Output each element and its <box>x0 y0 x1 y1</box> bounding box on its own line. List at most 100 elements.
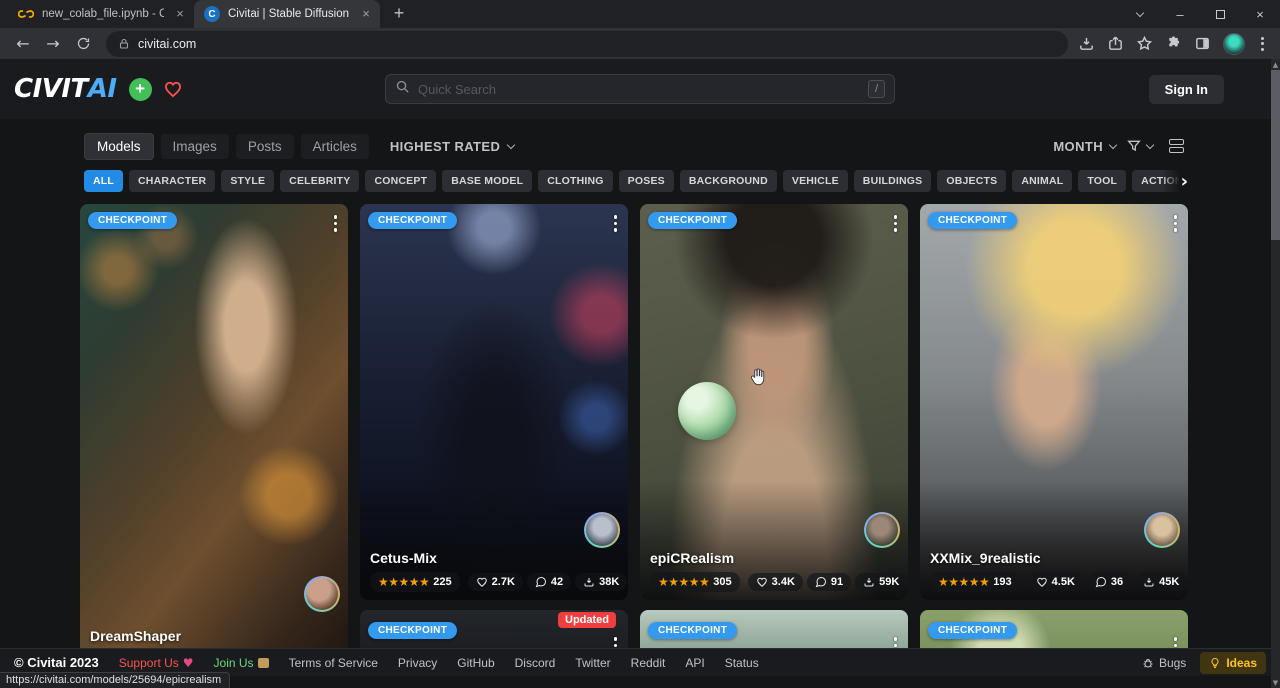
browser-tab-colab[interactable]: new_colab_file.ipynb - Colaborat × <box>8 0 194 28</box>
favorites-heart-button[interactable] <box>162 79 184 99</box>
tab-posts[interactable]: Posts <box>236 134 294 159</box>
chevron-down-icon <box>507 140 515 148</box>
scroll-down-icon[interactable]: ▼ <box>1273 677 1278 688</box>
chip-animal[interactable]: ANIMAL <box>1012 170 1072 192</box>
footer-link-api[interactable]: API <box>685 656 704 670</box>
chip-tool[interactable]: TOOL <box>1078 170 1126 192</box>
footer-right: Bugs Ideas <box>1142 652 1266 674</box>
likes-pill[interactable]: 3.4K <box>748 573 803 591</box>
chip-style[interactable]: STYLE <box>221 170 274 192</box>
card-menu-icon[interactable] <box>891 212 901 235</box>
footer-link-reddit[interactable]: Reddit <box>631 656 666 670</box>
chip-base-model[interactable]: BASE MODEL <box>442 170 532 192</box>
chip-celebrity[interactable]: CELEBRITY <box>280 170 359 192</box>
minimize-icon[interactable]: – <box>1160 0 1200 28</box>
footer-link-github[interactable]: GitHub <box>457 656 494 670</box>
comments-pill[interactable]: 42 <box>527 573 571 591</box>
civitai-logo[interactable]: CIVITAI <box>14 74 117 104</box>
profile-avatar[interactable] <box>1223 33 1245 55</box>
tab-search-chevron-icon[interactable] <box>1120 0 1160 28</box>
back-icon[interactable]: ← <box>10 31 36 57</box>
creator-avatar[interactable] <box>584 512 620 548</box>
checkpoint-badge: CHECKPOINT <box>88 212 177 229</box>
period-dropdown[interactable]: MONTH <box>1053 139 1116 154</box>
model-card-dreamshaper[interactable]: CHECKPOINT DreamShaper <box>80 204 348 674</box>
downloads-pill[interactable]: 38K <box>575 573 627 591</box>
footer-link-discord[interactable]: Discord <box>515 656 556 670</box>
chip-character[interactable]: CHARACTER <box>129 170 215 192</box>
reload-icon[interactable] <box>70 31 96 57</box>
scroll-up-icon[interactable]: ▲ <box>1273 59 1278 70</box>
sign-in-button[interactable]: Sign In <box>1149 75 1224 104</box>
search-box[interactable]: / <box>385 74 895 104</box>
civitai-page: CIVITAI + / Sign In Models Images Posts … <box>0 59 1280 688</box>
maximize-icon[interactable] <box>1200 0 1240 28</box>
share-icon[interactable] <box>1107 35 1124 52</box>
sort-dropdown[interactable]: HIGHEST RATED <box>390 139 514 154</box>
creator-avatar[interactable] <box>1144 512 1180 548</box>
model-card-xxmix[interactable]: CHECKPOINT XXMix_9realistic ★★★★★ 193 <box>920 204 1188 600</box>
comments-pill[interactable]: 91 <box>807 573 851 591</box>
layout-toggle-icon[interactable] <box>1169 139 1184 153</box>
card-menu-icon[interactable] <box>331 212 341 235</box>
close-icon[interactable]: × <box>1240 0 1280 28</box>
footer-link-twitter[interactable]: Twitter <box>575 656 610 670</box>
footer-link-terms[interactable]: Terms of Service <box>289 656 378 670</box>
bugs-button[interactable]: Bugs <box>1142 656 1186 670</box>
checkpoint-badge: CHECKPOINT <box>648 622 737 639</box>
address-bar[interactable]: civitai.com <box>106 31 1068 57</box>
footer-link-privacy[interactable]: Privacy <box>398 656 437 670</box>
tab-models[interactable]: Models <box>84 133 154 160</box>
comments-pill[interactable]: 36 <box>1087 573 1131 591</box>
filter-funnel-icon[interactable] <box>1126 138 1153 154</box>
likes-pill[interactable]: 4.5K <box>1028 573 1083 591</box>
tab-images[interactable]: Images <box>161 134 229 159</box>
browser-tab-civitai[interactable]: C Civitai | Stable Diffusion models × <box>194 0 380 28</box>
model-name: DreamShaper <box>90 628 338 644</box>
browser-menu-icon[interactable] <box>1257 35 1268 53</box>
chip-clothing[interactable]: CLOTHING <box>538 170 612 192</box>
model-card-epicrealism[interactable]: CHECKPOINT epiCRealism ★★★★★ 305 <box>640 204 908 600</box>
chips-scroll-right-icon[interactable]: › <box>1162 169 1188 193</box>
tab-title: new_colab_file.ipynb - Colaborat <box>42 8 164 20</box>
ideas-button[interactable]: Ideas <box>1200 652 1266 674</box>
search-input[interactable] <box>418 82 860 97</box>
creator-avatar[interactable] <box>864 512 900 548</box>
footer-link-join-us[interactable]: Join Us <box>214 656 269 670</box>
chip-poses[interactable]: POSES <box>619 170 674 192</box>
downloads-count: 38K <box>599 576 619 588</box>
card-stats: ★★★★★ 225 2.7K 42 <box>370 572 618 592</box>
rating-pill[interactable]: ★★★★★ 193 <box>930 572 1020 592</box>
model-card-cetus-mix[interactable]: CHECKPOINT Cetus-Mix ★★★★★ 225 <box>360 204 628 600</box>
chip-concept[interactable]: CONCEPT <box>365 170 436 192</box>
tab-close-icon[interactable]: × <box>358 6 374 22</box>
creator-avatar[interactable] <box>304 576 340 612</box>
likes-pill[interactable]: 2.7K <box>468 573 523 591</box>
chip-objects[interactable]: OBJECTS <box>937 170 1006 192</box>
chip-all[interactable]: ALL <box>84 170 123 192</box>
scroll-thumb[interactable] <box>1271 70 1280 240</box>
downloads-pill[interactable]: 59K <box>855 573 907 591</box>
extensions-icon[interactable] <box>1165 35 1182 52</box>
address-url[interactable]: civitai.com <box>138 37 196 51</box>
tab-articles[interactable]: Articles <box>301 134 369 159</box>
footer-link-status[interactable]: Status <box>725 656 759 670</box>
tab-close-icon[interactable]: × <box>172 6 188 22</box>
chip-buildings[interactable]: BUILDINGS <box>854 170 932 192</box>
page-scrollbar[interactable]: ▲ ▼ <box>1271 59 1280 688</box>
download-icon[interactable] <box>1078 35 1095 52</box>
create-plus-button[interactable]: + <box>129 78 152 101</box>
downloads-pill[interactable]: 45K <box>1135 573 1187 591</box>
rating-pill[interactable]: ★★★★★ 305 <box>650 572 740 592</box>
comment-icon <box>535 576 547 588</box>
footer-link-support-us[interactable]: Support Us♥ <box>119 656 194 670</box>
new-tab-button[interactable]: + <box>386 1 412 27</box>
card-menu-icon[interactable] <box>611 212 621 235</box>
chip-background[interactable]: BACKGROUND <box>680 170 777 192</box>
side-panel-icon[interactable] <box>1194 35 1211 52</box>
chip-vehicle[interactable]: VEHICLE <box>783 170 848 192</box>
bookmark-star-icon[interactable] <box>1136 35 1153 52</box>
forward-icon[interactable]: → <box>40 31 66 57</box>
rating-pill[interactable]: ★★★★★ 225 <box>370 572 460 592</box>
card-menu-icon[interactable] <box>1171 212 1181 235</box>
